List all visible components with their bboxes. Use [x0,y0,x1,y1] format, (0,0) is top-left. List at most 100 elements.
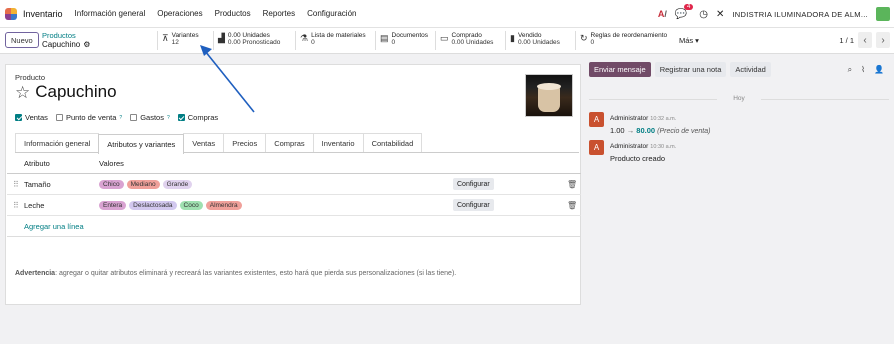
avatar[interactable]: A [589,140,604,155]
message-time: 10:32 a.m. [650,116,677,122]
value-tag: Almendra [205,200,242,210]
new-button[interactable]: Nuevo [5,32,39,48]
chat-icon[interactable]: 💬 4 [675,3,694,20]
product-name-field[interactable]: Capuchino [35,82,116,102]
tracking-field: (Precio de venta) [657,128,711,135]
checkbox-icon [55,114,63,121]
smart-button-label: Variantes [171,32,199,39]
drag-handle-icon[interactable]: ⠿ [13,180,19,189]
breadcrumb-parent[interactable]: Productos [42,31,90,40]
menu-item-productos[interactable]: Productos [215,9,251,18]
chevron-right-icon[interactable]: › [876,32,890,48]
tab-precios[interactable]: Precios [223,133,267,152]
warning-title: Advertencia [15,270,56,277]
check-ventas[interactable]: Ventas [15,113,48,122]
message-author[interactable]: Administrator [610,115,648,122]
ai-icon[interactable]: A/ [658,9,667,19]
followers-icon[interactable]: 👤 [874,65,884,75]
value-tag: Chico [99,179,124,189]
check-gastos[interactable]: Gastos? [130,113,170,122]
avatar[interactable]: A [589,112,604,127]
table-row[interactable]: ⠿ Leche Entera Deslactosada Coco Almendr… [7,195,581,216]
smart-button-value: 0.00 Pronosticado [227,39,281,46]
clock-icon[interactable]: ◷ [699,9,708,20]
check-compras[interactable]: Compras [177,113,218,122]
help-tooltip[interactable]: ? [167,115,170,121]
app-logo-icon[interactable] [5,7,17,20]
day-separator: Hoy [589,95,889,102]
smart-button-stock[interactable]: ▟ 0.00 Unidades 0.00 Pronosticado [213,31,295,50]
drag-handle-icon[interactable]: ⠿ [13,201,19,210]
file-icon: ▤ [380,33,389,43]
send-message-button[interactable]: Enviar mensaje [589,62,651,77]
smart-button-reordenamiento[interactable]: ↻ Reglas de reordenamiento 0 [575,31,673,50]
attribute-name[interactable]: Leche [24,201,44,210]
attribute-values[interactable]: Chico Mediano Grande [99,179,193,189]
configure-button[interactable]: Configurar [453,199,494,211]
log-note-button[interactable]: Registrar una nota [654,62,727,77]
search-icon[interactable]: ⌕ [848,65,852,75]
activity-button[interactable]: Actividad [730,62,771,77]
trash-icon[interactable]: 🗑 [567,201,577,210]
message-item: A Administrator 10:32 a.m. 1.00 → 80.00 (… [589,112,710,137]
product-image[interactable] [525,74,573,117]
message-item: A Administrator 10:30 a.m. Producto cread… [589,140,676,164]
help-tooltip[interactable]: ? [119,115,122,121]
configure-button[interactable]: Configurar [453,178,494,190]
smart-button-label: Comprado [451,32,482,39]
tab-ventas[interactable]: Ventas [183,133,225,152]
top-navbar: Inventario Información general Operacion… [0,0,894,28]
paperclip-icon[interactable]: ⌇ [861,65,865,75]
smart-button-label: Vendido [517,32,542,39]
company-switcher[interactable]: INDISTRIA ILUMINADORA DE ALM... [732,10,868,19]
message-body: Producto creado [610,154,666,163]
smart-button-vendido[interactable]: ▮ Vendido 0.00 Unidades [505,31,575,50]
menu-item-reportes[interactable]: Reportes [263,9,295,18]
sitemap-icon: ⊼ [162,33,169,43]
menu-item-operaciones[interactable]: Operaciones [157,9,202,18]
smart-button-value: 0 [391,39,396,46]
smart-button-comprado[interactable]: ▭ Comprado 0.00 Unidades [435,31,505,50]
message-author[interactable]: Administrator [610,143,648,150]
pager-value[interactable]: 1 / 1 [839,36,854,45]
tools-icon[interactable]: ✕ [716,9,724,20]
app-name[interactable]: Inventario [23,9,63,19]
more-label: Más [679,36,694,45]
chatter-buttons: Enviar mensaje Registrar una nota Activi… [589,62,889,77]
product-label: Producto [15,73,46,82]
check-punto-de-venta[interactable]: Punto de venta? [55,113,122,122]
tab-atributos-y-variantes[interactable]: Atributos y variantes [98,134,185,154]
value-tag: Coco [179,200,203,210]
menu-item-informacion-general[interactable]: Información general [75,9,146,18]
notification-count-badge: 4 [683,3,694,10]
smart-button-value: 0 [590,39,595,46]
tab-informacion-general[interactable]: Información general [15,133,100,152]
header-atributo[interactable]: Atributo [24,159,50,168]
more-button[interactable]: Más ▾ [673,31,705,50]
table-row[interactable]: ⠿ Tamaño Chico Mediano Grande Configurar… [7,174,581,195]
bar-chart-icon: ▮ [510,33,515,43]
trash-icon[interactable]: 🗑 [567,180,577,189]
smart-button-variantes[interactable]: ⊼ Variantes 12 [157,31,213,50]
tab-inventario[interactable]: Inventario [312,133,364,152]
tab-contabilidad[interactable]: Contabilidad [362,133,423,152]
tab-compras[interactable]: Compras [265,133,314,152]
add-line-link[interactable]: Agregar una línea [7,216,581,237]
gear-icon[interactable]: ⚙ [83,40,90,49]
value-tag: Deslactosada [129,200,177,210]
checkbox-checked-icon [15,114,22,121]
header-valores[interactable]: Valores [99,159,124,168]
attribute-name[interactable]: Tamaño [24,180,51,189]
smart-button-bom[interactable]: ⚗ Lista de materiales 0 [295,31,375,50]
refresh-icon: ↻ [580,33,588,43]
flask-icon: ⚗ [300,33,309,43]
breadcrumb: Productos Capuchino ⚙ [42,31,90,49]
menu-item-configuracion[interactable]: Configuración [307,9,356,18]
star-icon[interactable]: ☆ [15,84,30,101]
value-tag: Entera [99,200,127,210]
message-time: 10:30 a.m. [650,144,677,150]
user-avatar[interactable] [876,7,890,21]
chevron-left-icon[interactable]: ‹ [858,32,872,48]
attribute-values[interactable]: Entera Deslactosada Coco Almendra [99,200,242,210]
smart-button-documentos[interactable]: ▤ Documentos 0 [375,31,435,50]
